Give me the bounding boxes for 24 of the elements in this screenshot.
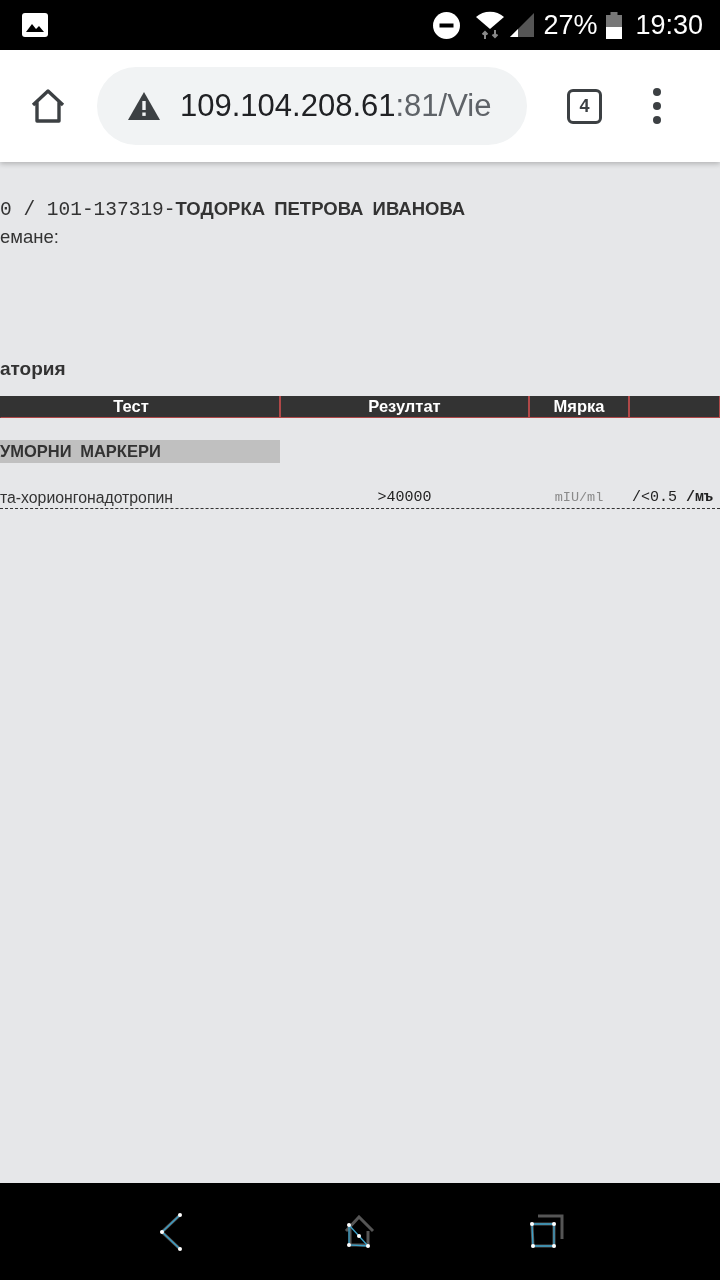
tab-switcher-button[interactable]: 4 xyxy=(567,88,602,124)
signal-icon xyxy=(509,12,536,38)
battery-percentage: 27% xyxy=(543,9,598,41)
clock-time: 19:30 xyxy=(635,9,703,41)
wifi-icon xyxy=(475,10,506,40)
result-cell-text: >40000 xyxy=(376,487,433,508)
patient-name: ТОДОРКА ПЕТРОВА ИВАНОВА xyxy=(175,197,466,221)
record-number: 0 / 101-137319- xyxy=(0,198,176,222)
url-field[interactable]: 109.104.208.61:81/Vie xyxy=(97,67,527,145)
unit-cell-text: mIU/ml xyxy=(553,488,605,507)
home-button[interactable] xyxy=(29,87,67,125)
do-not-disturb-icon xyxy=(433,11,461,39)
reference-range-cell-text: /<0.5 /мъ xyxy=(631,487,715,508)
column-header: Тест xyxy=(0,396,280,418)
battery-icon xyxy=(606,11,623,39)
group-heading: УМОРНИ МАРКЕРИ xyxy=(0,440,280,463)
section-title: атория xyxy=(0,357,66,380)
test-name-cell-text: та-хорионгонадотропин xyxy=(0,487,174,508)
sample-label: емане: xyxy=(0,225,59,249)
menu-icon[interactable] xyxy=(651,87,663,125)
image-icon xyxy=(22,13,48,37)
warning-icon xyxy=(128,92,160,120)
column-header: Резултат xyxy=(280,396,529,418)
column-header: Мярка xyxy=(529,396,629,418)
